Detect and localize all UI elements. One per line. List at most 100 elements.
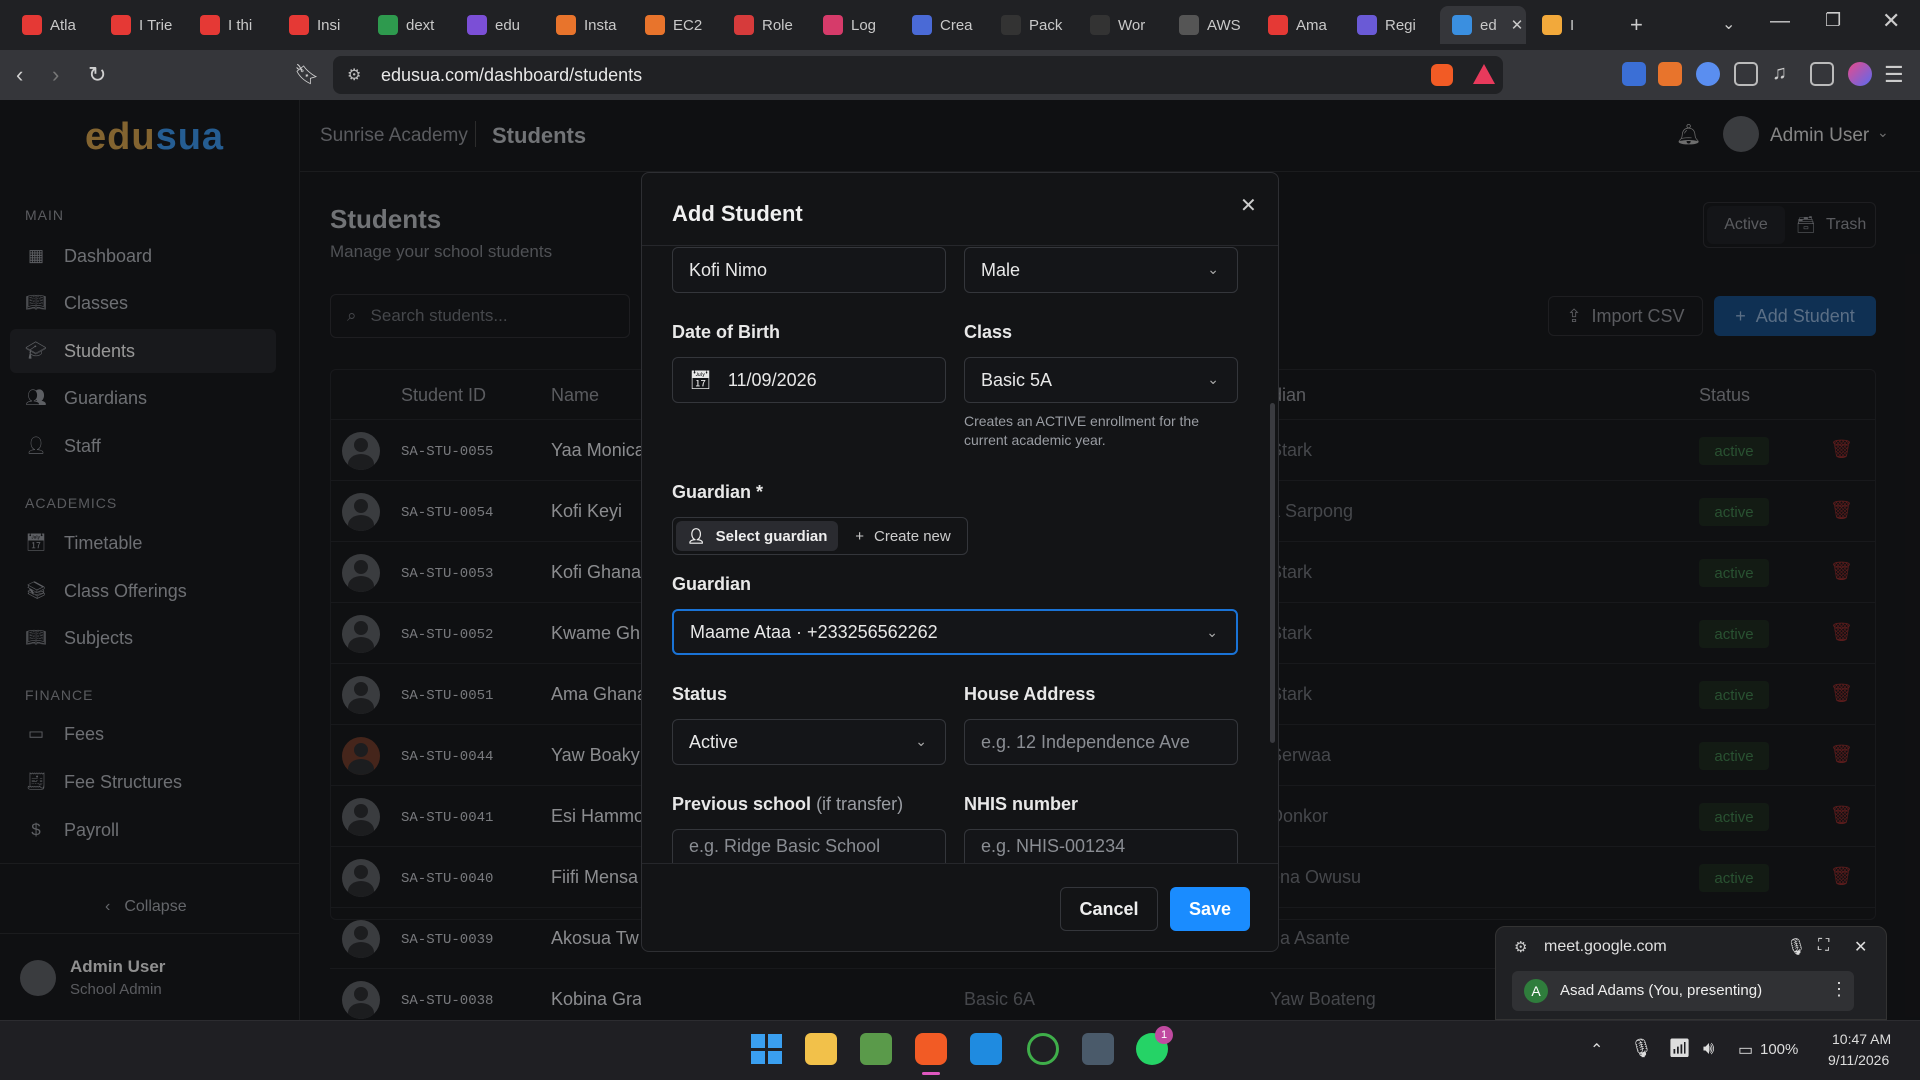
dob-label: Date of Birth — [672, 322, 780, 342]
mic-icon[interactable]: 🎙︎ — [1786, 937, 1806, 957]
tab-label: Wor — [1118, 16, 1146, 34]
close-icon[interactable]: ✕ — [1240, 193, 1257, 218]
browser-tab[interactable]: I Trie — [99, 6, 183, 44]
previous-school-label: Previous school (if transfer) — [672, 794, 904, 814]
app-icon[interactable] — [1027, 1033, 1059, 1065]
cancel-button[interactable]: Cancel — [1060, 887, 1158, 931]
menu-icon[interactable]: ☰ — [1884, 62, 1908, 87]
status-select[interactable]: Active ⌄ — [672, 719, 946, 765]
mic-icon[interactable]: 🎙︎ — [1630, 1038, 1653, 1059]
save-button[interactable]: Save — [1170, 887, 1250, 931]
meet-icon — [1542, 15, 1562, 35]
browser-tab[interactable]: Regi — [1345, 6, 1429, 44]
browser-tab[interactable]: Ama — [1256, 6, 1340, 44]
minimize-icon[interactable]: — — [1770, 10, 1790, 33]
youtube-icon — [289, 15, 309, 35]
profile-icon[interactable] — [1848, 62, 1872, 86]
fullscreen-icon[interactable]: ⛶ — [1818, 937, 1829, 955]
browser-tab[interactable]: ed ✕ — [1440, 6, 1526, 44]
tab-label: EC2 — [673, 16, 703, 34]
notepad-icon[interactable] — [860, 1033, 892, 1065]
tab-label: Role — [762, 16, 793, 34]
metamask-icon[interactable] — [1658, 62, 1682, 86]
extension-icon[interactable] — [1696, 62, 1720, 86]
aws-icon — [645, 15, 665, 35]
bookmark-icon[interactable]: 🔖︎ — [294, 62, 319, 87]
volume-icon[interactable]: 🔊︎ — [1703, 1038, 1714, 1059]
battery-icon[interactable]: ▭ — [1738, 1040, 1753, 1060]
tab-label: Regi — [1385, 16, 1416, 34]
chevron-down-icon: ⌄ — [1207, 261, 1219, 277]
browser-tab[interactable]: Insta — [544, 6, 628, 44]
browser-tab[interactable]: edu — [455, 6, 539, 44]
battery-percent: 100% — [1760, 1041, 1799, 1058]
guardian-select[interactable]: Maame Ataa · +233256562262 ⌄ — [672, 609, 1238, 655]
calendar-icon: 📅︎ — [689, 369, 712, 390]
vscode-icon[interactable] — [970, 1033, 1002, 1065]
brave-shield-icon[interactable] — [1431, 64, 1453, 86]
brave-rewards-icon[interactable] — [1473, 64, 1495, 84]
address-input[interactable]: e.g. 12 Independence Ave — [964, 719, 1238, 765]
browser-tab[interactable]: Log — [811, 6, 895, 44]
create-new-guardian-button[interactable]: + Create new — [842, 521, 964, 551]
settings-icon[interactable]: ⚙ — [1514, 938, 1527, 956]
tab-label: edu — [495, 16, 521, 34]
brave-browser-icon[interactable] — [915, 1033, 947, 1065]
tab-label: ed — [1480, 16, 1497, 34]
dob-field[interactable]: 📅︎ 11/09/2026 — [672, 357, 946, 403]
youtube-icon — [1268, 15, 1288, 35]
tab-label: AWS — [1207, 16, 1241, 34]
class-label: Class — [964, 322, 1013, 342]
browser-tab[interactable]: Atla — [10, 6, 94, 44]
tab-search-icon[interactable]: ⌄ — [1722, 14, 1735, 34]
more-icon[interactable]: ⋮ — [1830, 979, 1848, 1000]
windows-start-icon[interactable] — [750, 1033, 782, 1065]
browser-tab[interactable]: Insi — [277, 6, 361, 44]
clock-date[interactable]: 9/11/2026 — [1828, 1052, 1889, 1068]
browser-tab[interactable]: I — [1530, 6, 1614, 44]
openai-icon — [1179, 15, 1199, 35]
full-name-field[interactable]: Kofi Nimo — [672, 247, 946, 293]
wifi-icon[interactable]: 📶︎ — [1668, 1038, 1691, 1059]
maximize-icon[interactable]: ❐ — [1825, 10, 1841, 31]
youtube-icon — [22, 15, 42, 35]
extensions-icon[interactable] — [1734, 62, 1758, 86]
clock-time[interactable]: 10:47 AM — [1832, 1031, 1891, 1047]
class-select[interactable]: Basic 5A ⌄ — [964, 357, 1238, 403]
address-bar[interactable]: ⚙ edusua.com/dashboard/students — [333, 56, 1503, 94]
reload-icon[interactable]: ↻ — [88, 62, 106, 88]
back-icon[interactable]: ‹ — [16, 62, 23, 88]
tab-label: I thi — [228, 16, 253, 34]
media-icon[interactable]: ♫ — [1772, 62, 1796, 86]
app-icon — [556, 15, 576, 35]
browser-tab[interactable]: I thi — [188, 6, 272, 44]
browser-tab[interactable]: Role — [722, 6, 806, 44]
app-icon — [467, 15, 487, 35]
chevron-up-icon[interactable]: ⌃ — [1590, 1040, 1603, 1060]
divider — [642, 863, 1278, 864]
previous-school-input[interactable]: e.g. Ridge Basic School — [672, 829, 946, 863]
file-explorer-icon[interactable] — [805, 1033, 837, 1065]
forward-icon[interactable]: › — [52, 62, 59, 88]
close-tab-icon[interactable]: ✕ — [1511, 16, 1524, 34]
close-window-icon[interactable]: ✕ — [1882, 8, 1900, 34]
modal-title: Add Student — [672, 201, 803, 226]
browser-tab[interactable]: AWS — [1167, 6, 1251, 44]
new-tab-icon[interactable]: + — [1630, 12, 1643, 38]
extension-icon[interactable] — [1622, 62, 1646, 86]
site-info-icon[interactable]: ⚙ — [347, 65, 361, 85]
browser-tab[interactable]: EC2 — [633, 6, 717, 44]
browser-tab[interactable]: Crea — [900, 6, 984, 44]
nhis-input[interactable]: e.g. NHIS-001234 — [964, 829, 1238, 863]
sidebar-toggle-icon[interactable] — [1810, 62, 1834, 86]
close-icon[interactable]: ✕ — [1854, 937, 1867, 957]
select-guardian-button[interactable]: 👤︎ Select guardian — [676, 521, 838, 551]
guardian-required-label: Guardian * — [672, 482, 764, 502]
browser-tab[interactable]: dext — [366, 6, 450, 44]
github-icon — [1090, 15, 1110, 35]
modal-scrollbar[interactable] — [1270, 403, 1275, 743]
browser-tab[interactable]: Wor — [1078, 6, 1162, 44]
snipping-tool-icon[interactable] — [1082, 1033, 1114, 1065]
gender-select[interactable]: Male ⌄ — [964, 247, 1238, 293]
browser-tab[interactable]: Pack — [989, 6, 1073, 44]
